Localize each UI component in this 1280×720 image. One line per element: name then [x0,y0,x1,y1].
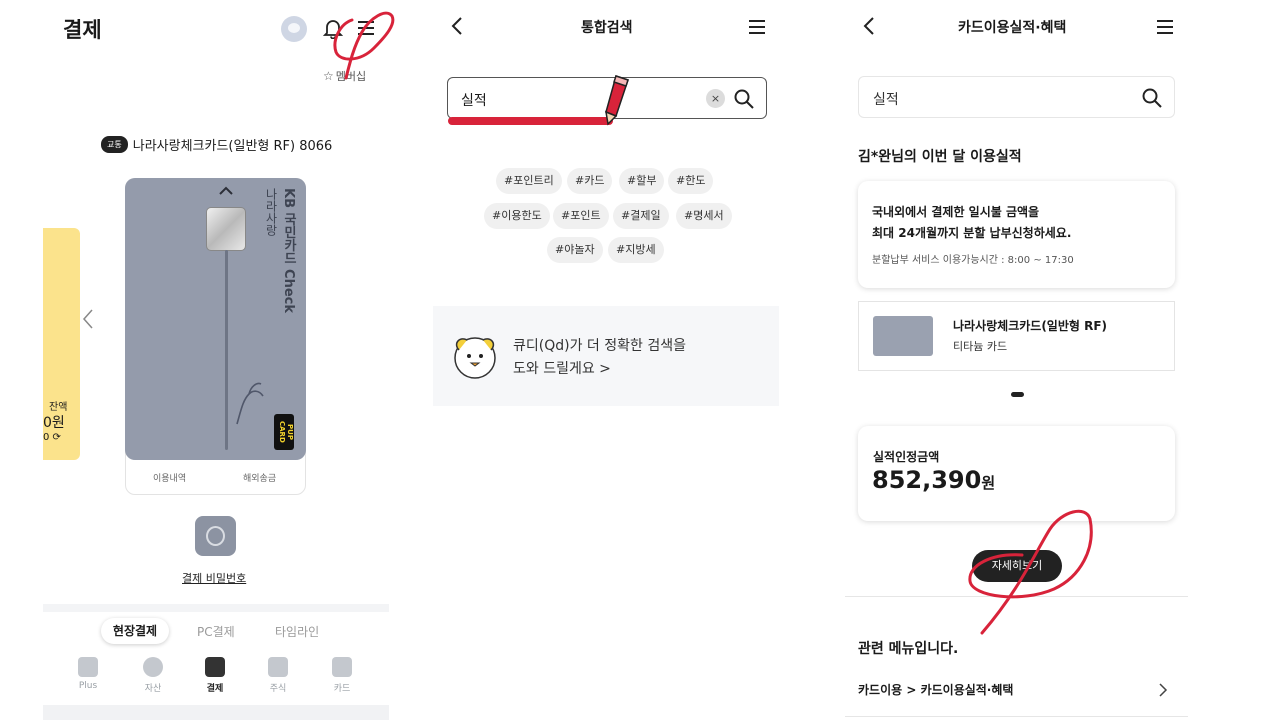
annotation-underline [448,117,613,125]
tag-payment-date[interactable]: #결제일 [613,203,669,229]
card-name: 나라사랑체크카드(일반형 RF) 8066 [132,139,333,154]
chevron-up-icon[interactable] [218,186,234,196]
page-title: 결제 [63,18,102,42]
card-vertical-brand: KB 국민카드 Check [281,188,296,313]
divider [845,596,1188,597]
tab-timeline[interactable]: 타임라인 [275,623,319,640]
search-query[interactable]: 실적 [461,90,487,110]
card-stripe [225,250,228,450]
tag-pointree[interactable]: #포인트리 [496,168,562,194]
chart-icon [268,657,288,677]
qd-text-line2[interactable]: 도와 드릴게요 > [513,358,611,378]
search-input[interactable] [858,76,1175,118]
tag-card[interactable]: #카드 [567,168,613,194]
star-card-icon: ☆ [323,69,334,83]
tag-local-tax[interactable]: #지방세 [608,237,664,263]
menu-icon[interactable] [356,17,376,39]
qd-mascot-icon [454,337,496,379]
plus-icon [78,657,98,677]
system-nav-bar [43,705,389,720]
payment-screen: 결제 ☆ 멤버십 교통 나라사랑체크카드(일반형 RF) 8066 잔액 0원 … [43,0,389,720]
membership-label: 멤버십 [335,70,367,83]
card-history-tab[interactable]: 이용내역 [153,471,186,484]
nav-stocks[interactable]: 주식 [261,657,295,694]
search-icon[interactable] [733,88,755,110]
tag-point[interactable]: #포인트 [553,203,609,229]
divider [43,604,389,612]
search-screen: 통합검색 실적 × #포인트리 #카드 #할부 #한도 #이용한도 #포인트 #… [433,0,779,720]
chevron-right-icon[interactable] [1158,682,1168,698]
avatar[interactable] [281,16,307,42]
side-card-refresh[interactable]: 0 ⟳ [43,432,61,443]
back-arrow-icon[interactable] [449,15,465,37]
tag-limit[interactable]: #한도 [668,168,714,194]
sprout-icon [236,382,264,425]
section-heading: 김*완님의 이번 달 이용실적 [858,149,1022,165]
membership-link[interactable]: ☆ 멤버십 [323,68,366,84]
pie-chart-icon [143,657,163,677]
tab-onsite-payment[interactable]: 현장결제 [101,618,169,644]
related-menu-link[interactable]: 카드이용 > 카드이용실적·혜택 [858,681,1013,698]
clear-icon[interactable]: × [706,89,725,108]
search-icon[interactable] [1141,87,1163,109]
side-card-label: 잔액 [49,402,68,413]
card-thumbnail [873,316,933,356]
card-title: 교통 나라사랑체크카드(일반형 RF) 8066 [101,135,332,154]
tag-installment[interactable]: #할부 [619,168,665,194]
tab-pc-payment[interactable]: PC결제 [197,623,235,640]
bell-icon[interactable] [323,17,343,39]
chip-icon [206,207,246,251]
transit-badge: 교통 [101,136,128,153]
pager-indicator [1011,392,1024,397]
chevron-left-icon[interactable] [81,308,95,330]
side-card-amount: 0원 [43,415,65,431]
pencil-icon [605,75,629,126]
info-line1: 국내외에서 결제한 일시불 금액을 [872,205,1040,219]
page-title: 카드이용실적·혜택 [958,20,1067,36]
divider [845,716,1188,717]
search-query[interactable]: 실적 [873,89,899,109]
nav-assets[interactable]: 자산 [136,657,170,694]
menu-icon[interactable] [747,16,767,38]
fingerprint-icon [206,526,225,546]
card-icon [332,657,352,677]
info-line2: 최대 24개월까지 분할 납부신청하세요. [872,226,1072,240]
menu-icon[interactable] [1155,16,1175,38]
nav-payment[interactable]: 결제 [198,657,232,694]
performance-screen: 카드이용실적·혜택 실적 김*완님의 이번 달 이용실적 국내외에서 결제한 일… [845,0,1188,720]
scan-icon [205,657,225,677]
card-name: 나라사랑체크카드(일반형 RF) [953,319,1108,333]
password-link[interactable]: 결제 비밀번호 [182,570,246,586]
card-vertical-name: 나라사랑 [264,188,278,236]
back-arrow-icon[interactable] [861,15,877,37]
tag-statement[interactable]: #명세서 [676,203,732,229]
amount-value: 852,390원 [872,466,996,494]
tag-usage-limit[interactable]: #이용한도 [484,203,550,229]
info-hours: 분할납부 서비스 이용가능시간 : 8:00 ~ 17:30 [872,255,1074,266]
tag-yanolja[interactable]: #야놀자 [547,237,603,263]
card-brand-logo: PUP CARD [274,414,294,450]
page-title: 통합검색 [581,20,633,36]
amount-label: 실적인정금액 [873,450,940,464]
card-remit-tab[interactable]: 해외송금 [243,471,276,484]
detail-button[interactable]: 자세히보기 [972,550,1062,582]
nav-card[interactable]: 카드 [325,657,359,694]
qd-text-line1: 큐디(Qd)가 더 정확한 검색을 [513,338,686,354]
related-heading: 관련 메뉴입니다. [858,641,959,657]
nav-plus[interactable]: Plus [71,657,105,691]
card-grade: 티타늄 카드 [953,340,1008,353]
